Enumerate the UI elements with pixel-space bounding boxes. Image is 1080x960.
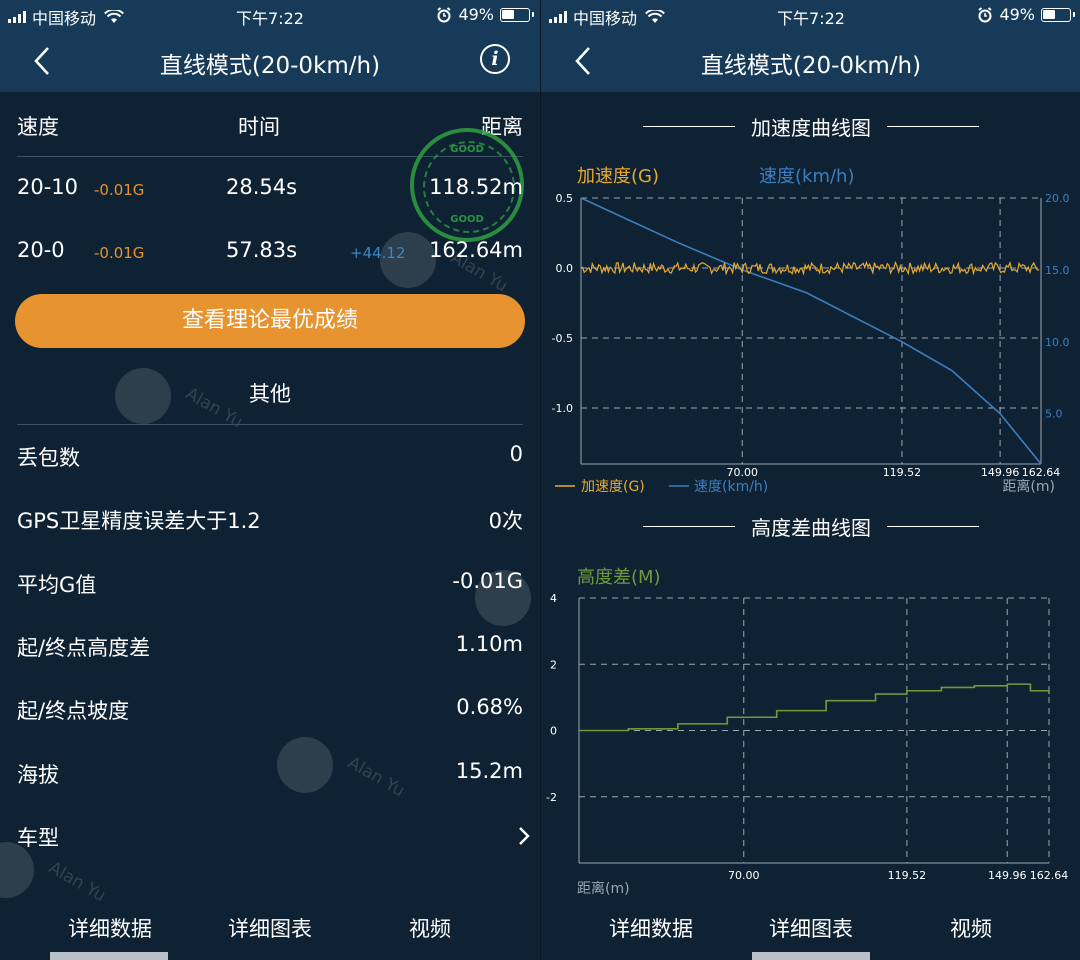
item-value: -0.01G [452, 569, 523, 593]
height-chart-title-text: 高度差曲线图 [751, 516, 871, 540]
page-title: 直线模式(20-0km/h) [700, 53, 922, 79]
item-value: 15.2m [455, 759, 523, 783]
list-item-car-model[interactable]: 车型 [0, 814, 540, 854]
tab-detail-data[interactable]: 详细数据 [20, 913, 200, 943]
navbar: 直线模式(20-0km/h) [541, 30, 1080, 92]
tab-detail-chart[interactable]: 详细图表 [180, 913, 360, 943]
chevron-right-icon[interactable] [517, 826, 531, 846]
item-label: 车型 [17, 826, 59, 850]
series-height-line [579, 683, 1050, 732]
item-label: 丢包数 [17, 446, 80, 470]
height-chart-title: 高度差曲线图 [541, 512, 1080, 541]
y-right-tick-label: 15.0 [1045, 264, 1070, 277]
status-bar: 中国移动 下午7:22 49% [0, 0, 540, 30]
x-tick-label: 119.52 [883, 466, 922, 479]
x-tick-label: 162.64 [1022, 466, 1061, 479]
acceleration-chart: 加速度(G) 速度(km/h) 0.5 0.0 -0.5 -1.0 20.0 15.0 10.0… [552, 166, 1070, 495]
tab-video[interactable]: 视频 [340, 913, 520, 943]
item-label: 海拔 [17, 763, 59, 787]
alarm-icon [978, 6, 993, 22]
y-left-tick-label: 0.0 [556, 262, 574, 275]
x-axis-label: 距离(m) [577, 880, 630, 897]
tab-detail-chart[interactable]: 详细图表 [721, 913, 901, 943]
status-bar: 中国移动 下午7:22 49% [541, 0, 1080, 30]
title-rule [643, 526, 735, 527]
divider [17, 424, 523, 425]
list-item-height-diff: 起/终点高度差 1.10m [0, 624, 540, 664]
item-label: GPS卫星精度误差大于1.2 [17, 509, 261, 533]
y-tick-label: 0 [550, 725, 557, 738]
list-item-altitude: 海拔 15.2m [0, 751, 540, 791]
y-tick-label: 2 [550, 658, 557, 671]
list-item-packet-loss: 丢包数 0 [0, 434, 540, 474]
info-icon[interactable]: i [480, 44, 510, 74]
row1-distance: 118.52m [429, 175, 523, 199]
row2-time: 57.83s [226, 238, 298, 262]
item-value: 0.68% [456, 695, 523, 719]
item-value: 0 [509, 442, 523, 466]
y-axis-label: 高度差(M) [577, 567, 661, 588]
row2-distance: 162.64m [429, 238, 523, 262]
x-tick-label: 119.52 [888, 869, 927, 882]
row2-speed: 20-0 [17, 238, 65, 262]
alarm-icon [437, 6, 452, 22]
y-tick-label: 4 [550, 592, 557, 605]
status-right: 49% [436, 5, 534, 24]
title-rule [887, 526, 979, 527]
row1-time: 28.54s [226, 175, 298, 199]
row2-extra: +44.12 [350, 244, 406, 262]
row1-speed: 20-10 [17, 175, 79, 199]
y-left-tick-label: 0.5 [556, 192, 574, 205]
series-speed-line [580, 197, 1042, 465]
legend-label-acceleration: 加速度(G) [581, 479, 645, 495]
y-left-tick-label: -1.0 [552, 402, 573, 415]
battery-percent: 49% [999, 5, 1035, 24]
y-right-tick-label: 10.0 [1045, 336, 1070, 349]
x-tick-label: 162.64 [1030, 869, 1069, 882]
other-section-title: 其他 [249, 382, 291, 406]
header: 中国移动 下午7:22 49% 直线模式(20-0km/h) i [0, 0, 540, 92]
x-tick-label: 149.96 [981, 466, 1020, 479]
battery-icon [1041, 7, 1075, 22]
active-tab-indicator [50, 952, 168, 960]
legend-label-speed: 速度(km/h) [694, 479, 768, 495]
tab-video[interactable]: 视频 [881, 913, 1061, 943]
x-tick-label: 70.00 [728, 869, 760, 882]
active-tab-indicator [752, 952, 870, 960]
list-item-gps-error: GPS卫星精度误差大于1.2 0次 [0, 497, 540, 537]
view-optimal-button[interactable]: 查看理论最优成绩 [15, 294, 525, 348]
x-axis-label: 距离(m) [1002, 478, 1055, 495]
header: 中国移动 下午7:22 49% 直线模式(20-0km/h) [541, 0, 1080, 92]
y-right-tick-label: 20.0 [1045, 192, 1070, 205]
item-label: 起/终点坡度 [17, 699, 130, 723]
y-tick-label: -2 [546, 791, 557, 804]
item-value: 0次 [488, 509, 523, 533]
battery-icon [500, 7, 534, 22]
col-header-speed: 速度 [17, 115, 59, 139]
list-item-avg-g: 平均G值 -0.01G [0, 561, 540, 601]
list-item-slope: 起/终点坡度 0.68% [0, 687, 540, 727]
y-left-axis-label: 加速度(G) [577, 166, 659, 187]
row2-g: -0.01G [94, 244, 145, 262]
tab-detail-data[interactable]: 详细数据 [561, 913, 741, 943]
detail-data-screen: 中国移动 下午7:22 49% 直线模式(20-0km/h) i Alan Yu… [0, 0, 540, 960]
y-left-tick-label: -0.5 [552, 332, 573, 345]
y-right-tick-label: 5.0 [1045, 408, 1063, 421]
item-value: 1.10m [455, 632, 523, 656]
navbar: 直线模式(20-0km/h) i [0, 30, 540, 92]
item-label: 平均G值 [17, 573, 97, 597]
y-right-axis-label: 速度(km/h) [759, 166, 854, 187]
x-tick-label: 70.00 [726, 466, 758, 479]
battery-percent: 49% [458, 5, 494, 24]
status-right: 49% [977, 5, 1075, 24]
row1-g: -0.01G [94, 181, 145, 199]
col-header-time: 时间 [238, 115, 280, 139]
item-label: 起/终点高度差 [17, 636, 151, 660]
x-tick-label: 149.96 [988, 869, 1026, 882]
height-difference-chart: 高度差(M) 4 2 0 -2 70.00 119.52 149.96 162.64 距离(m) [546, 567, 1069, 897]
detail-chart-screen: 中国移动 下午7:22 49% 直线模式(20-0km/h) 加速度曲线图 加速… [540, 0, 1080, 960]
page-title: 直线模式(20-0km/h) [159, 53, 381, 79]
